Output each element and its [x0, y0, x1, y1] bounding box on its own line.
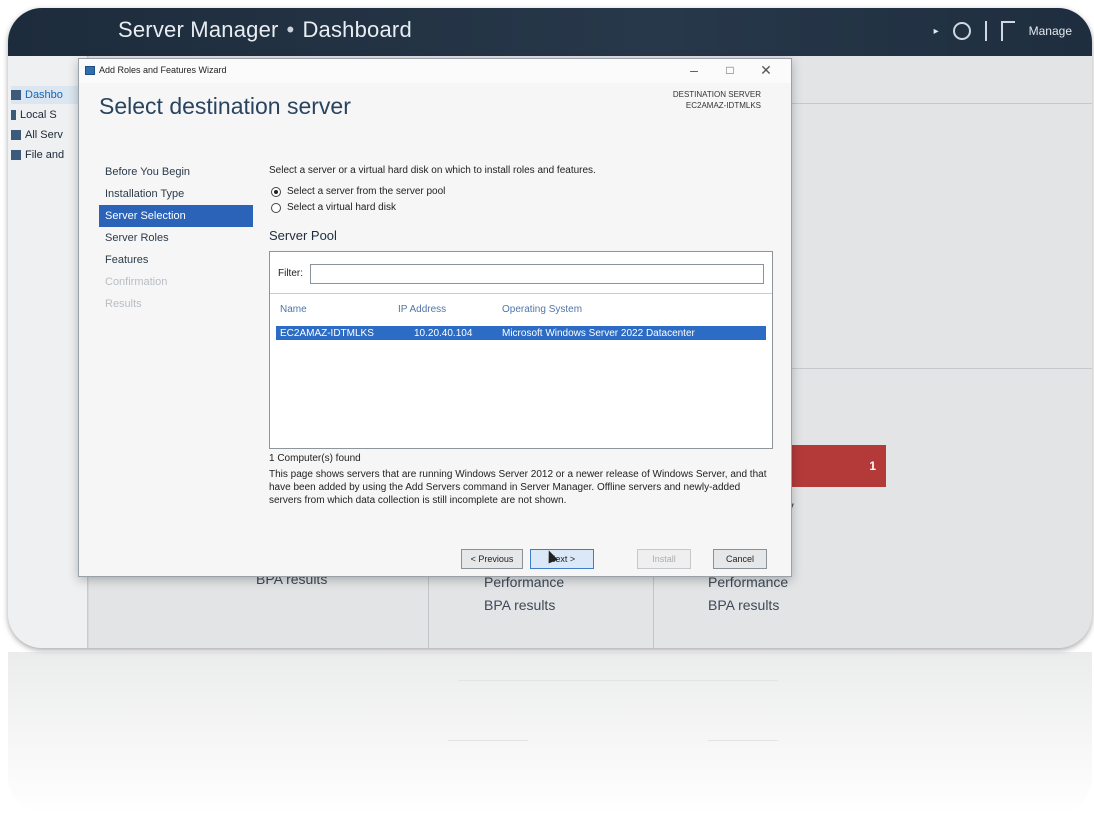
install-button: Install — [637, 549, 691, 569]
column-header-os[interactable]: Operating System — [502, 304, 582, 315]
cancel-button[interactable]: Cancel — [713, 549, 767, 569]
wizard-heading: Select destination server — [99, 93, 351, 119]
maximize-button[interactable]: □ — [717, 63, 743, 79]
tile-divider — [428, 568, 429, 648]
bpa-results-link[interactable]: BPA results — [708, 597, 779, 613]
server-pool-heading: Server Pool — [269, 228, 337, 243]
wizard-app-icon — [85, 66, 95, 75]
computers-found-count: 1 Computer(s) found — [269, 453, 361, 464]
instruction-text: Select a server or a virtual hard disk o… — [269, 165, 596, 176]
sidebar-item-label: File and — [25, 149, 65, 161]
notifications-flag-icon[interactable] — [1000, 21, 1015, 41]
refresh-icon[interactable] — [952, 22, 971, 40]
destination-server-name: EC2AMAZ-IDTMLKS — [685, 101, 761, 110]
nav-step-server-selection[interactable]: Server Selection — [99, 205, 253, 227]
server-pool-info-text: This page shows servers that are running… — [269, 469, 767, 506]
column-header-ip[interactable]: IP Address — [398, 304, 446, 315]
divider — [984, 21, 987, 41]
server-icon — [11, 110, 16, 120]
reflection-detail — [448, 740, 528, 741]
minimize-button[interactable]: – — [681, 63, 707, 79]
server-name-cell: EC2AMAZ-IDTMLKS — [280, 328, 374, 339]
nav-step-server-roles[interactable]: Server Roles — [99, 227, 253, 249]
sidebar-item-dashboard[interactable]: Dashbo — [11, 86, 87, 104]
servers-icon — [11, 130, 21, 140]
wizard-steps-nav: Before You Begin Installation Type Serve… — [99, 161, 253, 315]
server-pool-option-label[interactable]: Select a server from the server pool — [287, 186, 445, 197]
reflection-detail — [458, 680, 778, 681]
close-button[interactable]: ✕ — [753, 63, 779, 79]
title-separator: • — [286, 17, 295, 42]
destination-server-info: DESTINATION SERVER EC2AMAZ-IDTMLKS — [673, 89, 761, 111]
sidebar-item-label: Local S — [20, 109, 57, 121]
ip-address-cell: 10.20.40.104 — [414, 328, 473, 339]
vhd-option-label[interactable]: Select a virtual hard disk — [287, 202, 396, 213]
sidebar-item-all-servers[interactable]: All Serv — [11, 126, 87, 144]
dropdown-arrow-icon[interactable]: ▸ — [934, 26, 939, 37]
header-tools: ▸ Manage — [934, 18, 1072, 44]
wizard-footer: < Previous Next > Install Cancel — [79, 535, 791, 577]
server-manager-title: Server Manager • Dashboard — [118, 17, 412, 43]
manage-menu[interactable]: Manage — [1029, 24, 1072, 38]
sidebar-item-file-storage[interactable]: File and — [11, 146, 87, 164]
vhd-radio[interactable] — [271, 203, 281, 213]
nav-step-features[interactable]: Features — [99, 249, 253, 271]
reflection-body — [8, 652, 1092, 812]
previous-button[interactable]: < Previous — [461, 549, 523, 569]
file-storage-icon — [11, 150, 21, 160]
monitor-screen: Server Manager • Dashboard ▸ Manage Dashbo… — [8, 8, 1092, 648]
server-manager-sidebar: Dashbo Local S All Serv File and — [8, 56, 88, 648]
wizard-titlebar[interactable]: Add Roles and Features Wizard – □ ✕ — [79, 59, 791, 83]
nav-step-before-you-begin[interactable]: Before You Begin — [99, 161, 253, 183]
next-button[interactable]: Next > — [530, 549, 594, 569]
filter-input[interactable] — [310, 264, 764, 284]
server-pool-box: Filter: Name IP Address Operating System… — [269, 251, 773, 449]
filter-label: Filter: — [278, 268, 303, 279]
alert-count-badge[interactable]: 1 — [790, 445, 886, 487]
app-title: Server Manager — [118, 17, 279, 42]
os-cell: Microsoft Windows Server 2022 Datacenter — [502, 328, 695, 339]
add-roles-wizard-dialog: Add Roles and Features Wizard – □ ✕ Sele… — [78, 58, 792, 577]
column-header-name[interactable]: Name — [280, 304, 307, 315]
photo-scene: Server Manager • Dashboard ▸ Manage Dashbo… — [0, 0, 1094, 817]
sidebar-item-local-server[interactable]: Local S — [11, 106, 87, 124]
filter-row: Filter: — [270, 252, 772, 294]
server-pool-radio[interactable] — [271, 187, 281, 197]
window-title: Add Roles and Features Wizard — [99, 65, 227, 75]
screen-reflection — [8, 652, 1092, 812]
tile-divider — [653, 568, 654, 648]
wizard-main-panel: Select a server or a virtual hard disk o… — [265, 159, 775, 539]
sidebar-item-label: All Serv — [25, 129, 63, 141]
nav-step-results: Results — [105, 298, 142, 310]
server-manager-header: Server Manager • Dashboard ▸ Manage — [8, 8, 1092, 56]
reflection-detail — [708, 740, 778, 741]
destination-label: DESTINATION SERVER — [672, 90, 761, 99]
page-title: Dashboard — [302, 17, 412, 42]
nav-step-confirmation: Confirmation — [105, 276, 168, 288]
bpa-results-link[interactable]: BPA results — [484, 597, 555, 613]
sidebar-item-label: Dashbo — [25, 89, 63, 101]
nav-step-installation-type[interactable]: Installation Type — [99, 183, 253, 205]
dashboard-icon — [11, 90, 21, 100]
